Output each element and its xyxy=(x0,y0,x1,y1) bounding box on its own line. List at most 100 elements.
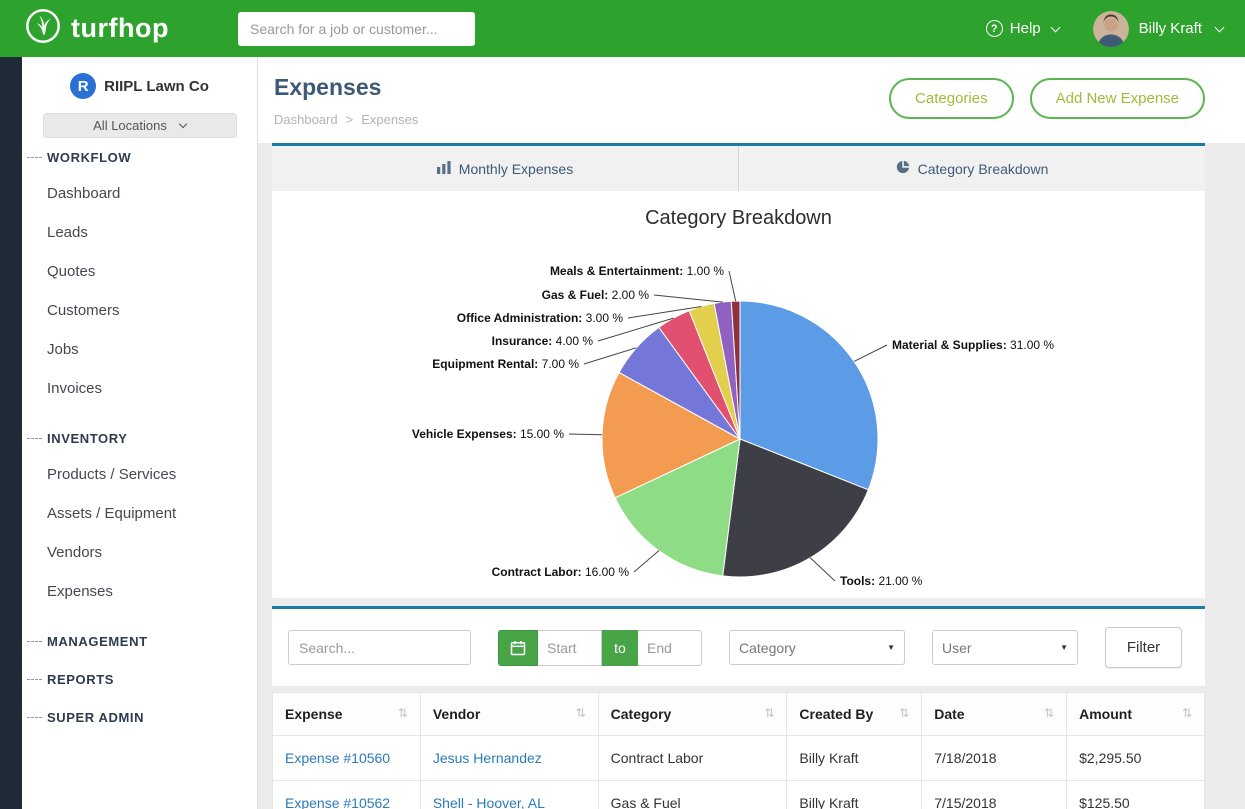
sidebar-item-jobs[interactable]: Jobs xyxy=(22,330,257,369)
user-select-value: User xyxy=(942,640,972,656)
pie-leader-line xyxy=(729,271,736,301)
pie-leader-line xyxy=(634,551,659,572)
category-cell: Gas & Fuel xyxy=(598,781,787,809)
chevron-down-icon xyxy=(1215,22,1225,32)
pie-label-contract-labor: Contract Labor: 16.00 % xyxy=(492,565,630,579)
app-shell: R RIIPL Lawn Co All Locations WORKFLOW Da… xyxy=(0,57,1245,809)
sidebar-item-dashboard[interactable]: Dashboard xyxy=(22,174,257,213)
locations-selector[interactable]: All Locations xyxy=(43,113,237,138)
table-row: Expense #10562 Shell - Hoover, AL Gas & … xyxy=(273,781,1205,809)
sort-icon[interactable]: ⇅ xyxy=(1044,706,1054,720)
sort-icon[interactable]: ⇅ xyxy=(899,706,909,720)
add-new-expense-button[interactable]: Add New Expense xyxy=(1030,78,1205,119)
topbar: turfhop ? Help Billy Kraft xyxy=(0,0,1245,57)
category-select[interactable]: Category ▼ xyxy=(729,630,905,665)
content: Monthly Expenses Category Breakdown Cate… xyxy=(272,143,1205,809)
end-date-input[interactable] xyxy=(638,630,702,666)
help-icon: ? xyxy=(986,20,1003,37)
pie-label-meals-entertainment: Meals & Entertainment: 1.00 % xyxy=(550,264,724,278)
turfhop-grass-icon xyxy=(24,7,62,50)
help-label: Help xyxy=(1010,20,1041,37)
bar-chart-icon xyxy=(437,161,451,177)
locations-label: All Locations xyxy=(93,118,167,133)
sidebar-item-leads[interactable]: Leads xyxy=(22,213,257,252)
column-header-amount[interactable]: Amount ⇅ xyxy=(1067,693,1205,736)
pie-leader-line xyxy=(810,558,835,581)
sidebar-section-reports: REPORTS xyxy=(22,672,257,687)
column-header-expense[interactable]: Expense⇅ xyxy=(273,693,421,736)
tab-label: Category Breakdown xyxy=(918,161,1049,177)
sidebar-section-management: MANAGEMENT xyxy=(22,634,257,649)
column-label: Created By xyxy=(799,706,873,722)
category-cell: Contract Labor xyxy=(598,736,787,781)
global-search-input[interactable] xyxy=(238,12,475,46)
sidebar-section-label: SUPER ADMIN xyxy=(47,710,144,725)
page-header: Expenses Dashboard > Expenses Categories… xyxy=(258,57,1245,143)
select-arrow-icon: ▼ xyxy=(1060,643,1068,652)
tree-dash-icon xyxy=(27,717,42,718)
column-header-category[interactable]: Category ⇅ xyxy=(598,693,787,736)
filter-button[interactable]: Filter xyxy=(1105,627,1182,668)
table-search-input[interactable] xyxy=(288,630,471,665)
brand-logo[interactable]: turfhop xyxy=(24,7,238,50)
calendar-button[interactable] xyxy=(498,630,538,666)
created-by-cell: Billy Kraft xyxy=(787,781,922,809)
avatar xyxy=(1093,11,1129,47)
sidebar-section-inventory: INVENTORY xyxy=(22,431,257,446)
column-label: Amount xyxy=(1079,706,1132,722)
created-by-cell: Billy Kraft xyxy=(787,736,922,781)
sort-icon[interactable]: ⇅ xyxy=(576,706,586,720)
pie-leader-line xyxy=(854,345,887,361)
column-label: Date xyxy=(934,706,964,722)
pie-label-material-supplies: Material & Supplies: 31.00 % xyxy=(892,338,1054,352)
expense-link[interactable]: Expense #10560 xyxy=(285,750,390,766)
sidebar-item-assets-equipment[interactable]: Assets / Equipment xyxy=(22,494,257,533)
tree-dash-icon xyxy=(27,157,42,158)
company-row: R RIIPL Lawn Co xyxy=(22,73,257,99)
column-label: Vendor xyxy=(433,706,480,722)
sidebar-section-workflow: WORKFLOW xyxy=(22,150,257,165)
date-range-group: to xyxy=(498,630,702,666)
column-header-created-by[interactable]: Created By ⇅ xyxy=(787,693,922,736)
sidebar: R RIIPL Lawn Co All Locations WORKFLOW Da… xyxy=(22,57,258,809)
sort-icon[interactable]: ⇅ xyxy=(1182,706,1192,720)
vendor-link[interactable]: Jesus Hernandez xyxy=(433,750,542,766)
pie-label-equipment-rental: Equipment Rental: 7.00 % xyxy=(432,357,579,371)
expense-link[interactable]: Expense #10562 xyxy=(285,795,390,809)
vendor-link[interactable]: Shell - Hoover, AL xyxy=(433,795,545,809)
pie-label-tools: Tools: 21.00 % xyxy=(840,574,923,588)
user-menu[interactable]: Billy Kraft xyxy=(1093,11,1223,47)
tab-monthly-expenses[interactable]: Monthly Expenses xyxy=(272,146,739,191)
tab-label: Monthly Expenses xyxy=(459,161,573,177)
sidebar-item-invoices[interactable]: Invoices xyxy=(22,369,257,408)
breadcrumb-separator-icon: > xyxy=(346,112,354,127)
help-menu[interactable]: ? Help xyxy=(986,20,1059,37)
tab-category-breakdown[interactable]: Category Breakdown xyxy=(739,146,1205,191)
page-title: Expenses xyxy=(274,74,418,101)
pie-label-vehicle-expenses: Vehicle Expenses: 15.00 % xyxy=(412,427,564,441)
amount-cell: $125.50 xyxy=(1067,781,1205,809)
sidebar-item-quotes[interactable]: Quotes xyxy=(22,252,257,291)
column-header-date[interactable]: Date ⇅ xyxy=(922,693,1067,736)
sidebar-item-expenses[interactable]: Expenses xyxy=(22,572,257,611)
sidebar-item-vendors[interactable]: Vendors xyxy=(22,533,257,572)
sidebar-item-products-services[interactable]: Products / Services xyxy=(22,455,257,494)
brand-name: turfhop xyxy=(71,13,169,44)
sidebar-section-label: INVENTORY xyxy=(47,431,128,446)
start-date-input[interactable] xyxy=(538,630,602,666)
sidebar-nav: WORKFLOW DashboardLeadsQuotesCustomersJob… xyxy=(22,150,257,725)
column-header-vendor[interactable]: Vendor ⇅ xyxy=(420,693,598,736)
user-select[interactable]: User ▼ xyxy=(932,630,1078,665)
table-row: Expense #10560 Jesus Hernandez Contract … xyxy=(273,736,1205,781)
categories-button[interactable]: Categories xyxy=(889,78,1014,119)
company-name: RIIPL Lawn Co xyxy=(104,78,209,95)
sidebar-item-customers[interactable]: Customers xyxy=(22,291,257,330)
breadcrumb-dashboard[interactable]: Dashboard xyxy=(274,112,338,127)
sort-icon[interactable]: ⇅ xyxy=(764,706,774,720)
main-area: Expenses Dashboard > Expenses Categories… xyxy=(258,57,1245,809)
chart-card: Category Breakdown Material & Supplies: … xyxy=(272,191,1205,598)
pie-label-gas-fuel: Gas & Fuel: 2.00 % xyxy=(542,288,650,302)
sort-icon[interactable]: ⇅ xyxy=(398,706,408,720)
column-label: Category xyxy=(611,706,672,722)
calendar-icon xyxy=(510,640,526,656)
